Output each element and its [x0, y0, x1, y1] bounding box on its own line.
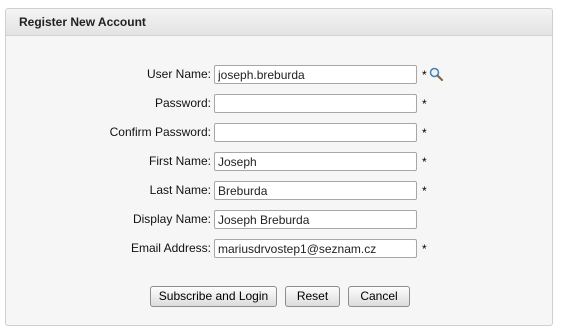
first-name-label: First Name: [148, 154, 211, 168]
required-marker: * [422, 242, 427, 256]
email-address-input[interactable] [214, 239, 417, 258]
user-name-row: User Name: * [6, 65, 554, 85]
user-name-label: User Name: [146, 67, 211, 81]
confirm-password-input[interactable] [214, 123, 417, 142]
first-name-input[interactable] [214, 152, 417, 171]
password-input[interactable] [214, 94, 417, 113]
password-row: Password: * [6, 94, 554, 114]
required-marker: * [422, 184, 427, 198]
magnifier-icon[interactable] [429, 67, 444, 82]
last-name-row: Last Name: * [6, 181, 554, 201]
cancel-button[interactable]: Cancel [348, 286, 410, 307]
required-marker: * [422, 97, 427, 111]
user-name-input[interactable] [214, 65, 417, 84]
display-name-input[interactable] [214, 210, 417, 229]
email-address-label: Email Address: [130, 241, 211, 255]
subscribe-and-login-button[interactable]: Subscribe and Login [150, 286, 277, 307]
reset-button[interactable]: Reset [285, 286, 340, 307]
required-marker: * [422, 155, 427, 169]
email-address-row: Email Address: * [6, 239, 554, 259]
first-name-row: First Name: * [6, 152, 554, 172]
panel-title: Register New Account [19, 15, 146, 29]
confirm-password-label: Confirm Password: [109, 125, 211, 139]
confirm-password-row: Confirm Password: * [6, 123, 554, 143]
last-name-input[interactable] [214, 181, 417, 200]
last-name-label: Last Name: [149, 183, 211, 197]
required-marker: * [422, 68, 427, 82]
display-name-row: Display Name: [6, 210, 554, 230]
panel-header: Register New Account [6, 9, 552, 36]
register-panel: Register New Account User Name: * Passwo… [5, 8, 553, 326]
password-label: Password: [154, 96, 211, 110]
required-marker: * [422, 126, 427, 140]
display-name-label: Display Name: [132, 212, 211, 226]
